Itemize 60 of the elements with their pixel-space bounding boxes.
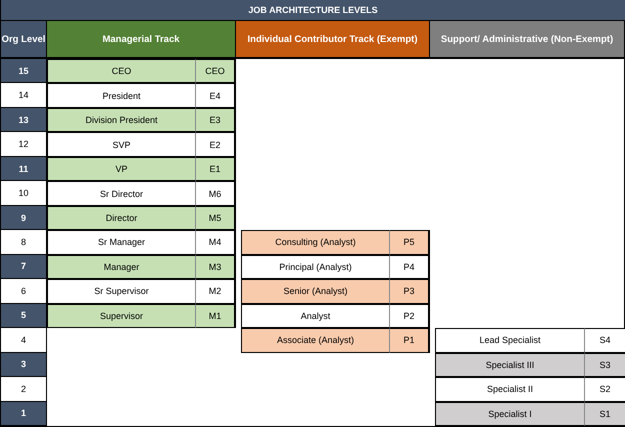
level-cell: 14: [1, 83, 47, 108]
grade-code-cell: P3: [390, 279, 430, 304]
level-cell: 8: [1, 230, 47, 255]
job-title-cell: Director: [47, 206, 196, 230]
job-title-cell: CEO: [47, 59, 196, 84]
job-title-cell: Manager: [47, 254, 196, 280]
grade-code-cell: CEO: [196, 59, 236, 84]
table-title: JOB ARCHITECTURE LEVELS: [1, 0, 625, 21]
grade-code-cell: M4: [196, 230, 236, 255]
column-header: Individual Contributor Track (Exempt): [236, 21, 430, 59]
grade-code-cell: M1: [196, 304, 236, 328]
job-title-cell: Associate (Analyst): [241, 328, 390, 353]
grade-code-cell: M3: [196, 254, 236, 280]
grade-code-cell: P4: [390, 254, 430, 280]
level-cell: 11: [1, 156, 47, 182]
grade-code-cell: S1: [585, 402, 625, 426]
job-title-cell: Supervisor: [47, 304, 196, 328]
level-cell: 1: [1, 402, 47, 426]
job-title-cell: Sr Supervisor: [47, 279, 196, 304]
level-cell: 9: [1, 206, 47, 230]
level-cell: 3: [1, 352, 47, 378]
job-title-cell: SVP: [47, 132, 196, 157]
job-title-cell: Specialist II: [435, 377, 585, 402]
job-title-cell: Senior (Analyst): [241, 279, 390, 304]
level-cell: 4: [1, 328, 47, 353]
grade-code-cell: M6: [196, 181, 236, 206]
column-header: Managerial Track: [47, 21, 236, 59]
job-title-cell: Lead Specialist: [435, 328, 585, 353]
level-cell: 7: [1, 254, 47, 280]
job-title-cell: Analyst: [241, 304, 390, 328]
grade-code-cell: P5: [390, 230, 430, 255]
grade-code-cell: P1: [390, 328, 430, 353]
column-header: Support/ Administrative (Non-Exempt): [430, 21, 625, 59]
grade-code-cell: S4: [585, 328, 625, 353]
job-title-cell: VP: [47, 156, 196, 182]
job-title-cell: Sr Director: [47, 181, 196, 206]
column-header: Org Level: [1, 21, 47, 59]
grade-code-cell: P2: [390, 304, 430, 328]
job-title-cell: President: [47, 83, 196, 108]
job-title-cell: Specialist III: [435, 352, 585, 378]
level-cell: 15: [1, 59, 47, 84]
level-cell: 10: [1, 181, 47, 206]
grade-code-cell: M2: [196, 279, 236, 304]
level-cell: 5: [1, 304, 47, 328]
grade-code-cell: S3: [585, 352, 625, 378]
grade-code-cell: E4: [196, 83, 236, 108]
grade-code-cell: E1: [196, 156, 236, 182]
job-title-cell: Principal (Analyst): [241, 254, 390, 280]
job-title-cell: Sr Manager: [47, 230, 196, 255]
job-title-cell: Consulting (Analyst): [241, 230, 390, 255]
grade-code-cell: E3: [196, 108, 236, 132]
level-cell: 13: [1, 108, 47, 132]
job-title-cell: Specialist I: [435, 402, 585, 426]
level-cell: 6: [1, 279, 47, 304]
grade-code-cell: E2: [196, 132, 236, 157]
job-title-cell: Division President: [47, 108, 196, 132]
level-cell: 2: [1, 377, 47, 402]
grade-code-cell: M5: [196, 206, 236, 230]
level-cell: 12: [1, 132, 47, 157]
grade-code-cell: S2: [585, 377, 625, 402]
